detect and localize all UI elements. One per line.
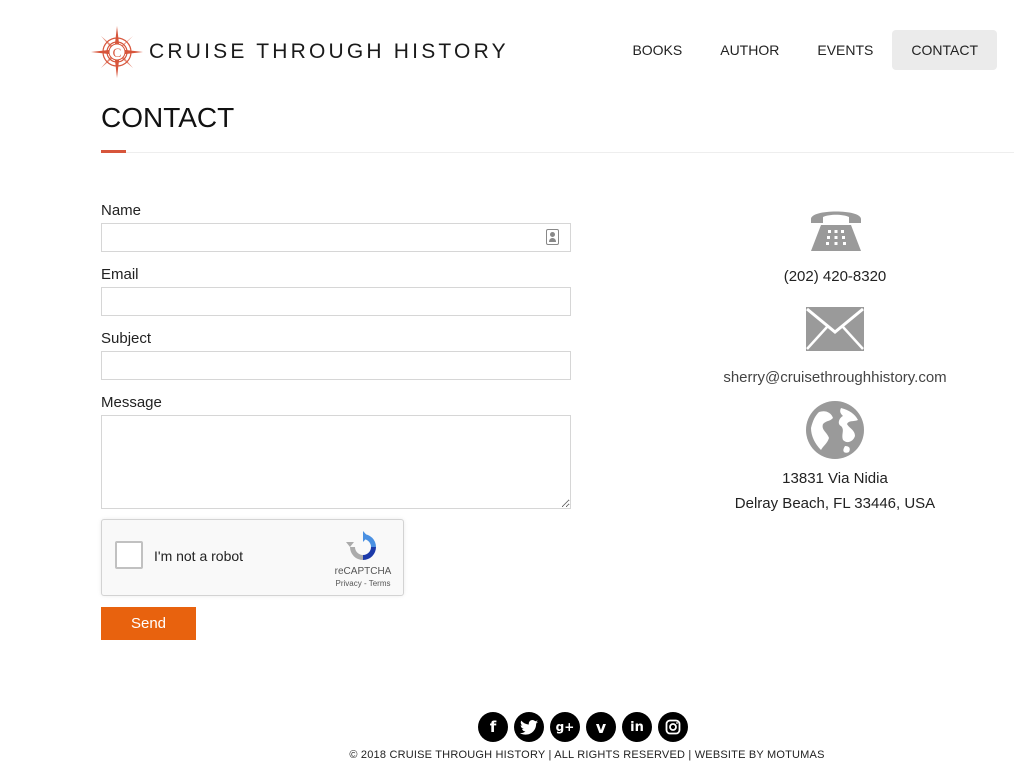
address-line-2: Delray Beach, FL 33446, USA [734,495,936,512]
svg-text:C: C [113,45,122,60]
logo-text: CRUISE THROUGH HISTORY [149,40,509,63]
site-logo[interactable]: C CRUISE THROUGH HISTORY [89,24,509,80]
autofill-contact-icon[interactable] [546,229,559,245]
social-links: f g+ v in [478,712,688,742]
recaptcha-checkbox[interactable] [115,541,143,569]
compass-logo-icon: C [91,26,143,78]
recaptcha-label: I'm not a robot [154,548,244,564]
recaptcha-widget: I'm not a robot reCAPTCHA Privacy - Term… [101,519,404,596]
name-label: Name [101,202,142,219]
instagram-icon[interactable] [658,712,688,742]
footer-copyright: © 2018 CRUISE THROUGH HISTORY | ALL RIGH… [349,749,825,761]
recaptcha-brand: reCAPTCHA [334,566,392,577]
nav-item-events[interactable]: EVENTS [798,30,892,70]
nav-item-contact[interactable]: CONTACT [892,30,997,70]
phone-icon [811,211,861,251]
email-address-link[interactable]: sherry@cruisethroughhistory.com [685,369,985,386]
title-divider [101,152,1014,153]
message-label: Message [101,394,162,411]
send-button[interactable]: Send [101,607,196,640]
title-accent-bar [101,150,126,153]
twitter-icon[interactable] [514,712,544,742]
recaptcha-logo-icon [346,531,376,560]
subject-field[interactable] [101,351,571,380]
nav-item-books[interactable]: BOOKS [613,30,701,70]
vimeo-icon[interactable]: v [586,712,616,742]
email-field[interactable] [101,287,571,316]
globe-icon [806,401,864,459]
facebook-icon[interactable]: f [478,712,508,742]
message-field[interactable] [101,415,571,509]
phone-number: (202) 420-8320 [783,268,887,285]
envelope-icon [806,307,864,351]
address-line-1: 13831 Via Nidia [782,470,888,487]
page-title: CONTACT [101,102,235,133]
email-label: Email [101,266,139,283]
main-nav: BOOKS AUTHOR EVENTS CONTACT [613,30,997,70]
recaptcha-privacy-terms-link[interactable]: Privacy - Terms [330,579,396,588]
nav-item-author[interactable]: AUTHOR [701,30,798,70]
name-field[interactable] [101,223,571,252]
linkedin-icon[interactable]: in [622,712,652,742]
google-plus-icon[interactable]: g+ [550,712,580,742]
subject-label: Subject [101,330,152,347]
